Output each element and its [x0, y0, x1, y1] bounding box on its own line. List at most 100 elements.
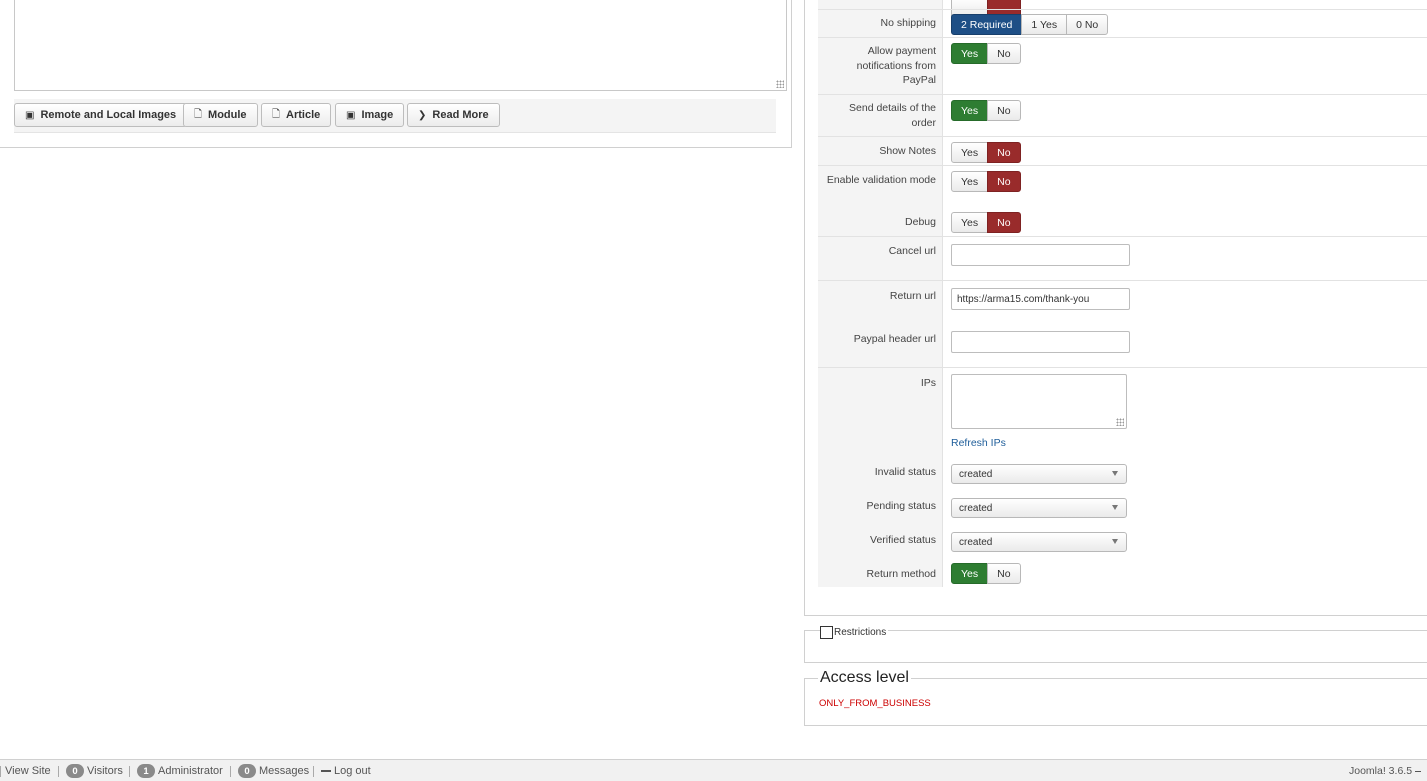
return-method-label: Return method	[866, 568, 936, 580]
no-shipping-option-required[interactable]: 2 Required	[951, 14, 1023, 35]
payment-notifications-yes[interactable]: Yes	[951, 43, 989, 64]
settings-row-return-url: Return url	[818, 280, 1427, 324]
remote-local-images-label: Remote and Local Images	[40, 109, 177, 121]
return-url-input[interactable]	[951, 288, 1130, 310]
debug-yes[interactable]: Yes	[951, 212, 989, 233]
file-add-icon: 🗋	[272, 108, 281, 120]
resize-grip-icon[interactable]	[776, 80, 784, 88]
show-notes-label: Show Notes	[879, 145, 936, 157]
no-shipping-label: No shipping	[880, 17, 936, 29]
resize-grip-icon[interactable]	[1116, 418, 1124, 426]
version-info: Joomla! 3.6.5	[1349, 764, 1422, 778]
access-level-value: ONLY_FROM_BUSINESS	[819, 698, 931, 709]
invalid-status-select[interactable]: created	[951, 464, 1127, 484]
settings-row-debug: Debug Yes No	[818, 207, 1427, 236]
pending-status-label: Pending status	[866, 500, 936, 512]
admin-indicator: 1 Administrator	[137, 764, 223, 778]
settings-row-cancel-url: Cancel url	[818, 236, 1427, 280]
restrictions-checkbox[interactable]	[820, 626, 833, 639]
validation-mode-yes[interactable]: Yes	[951, 171, 989, 192]
editor-panel: ▣ Remote and Local Images 🗋 Module 🗋 Art…	[0, 0, 792, 148]
article-button[interactable]: 🗋 Article	[261, 103, 332, 127]
return-url-label: Return url	[889, 290, 936, 302]
messages-link[interactable]: 0 Messages	[238, 764, 309, 778]
logout-link[interactable]: Log out	[321, 764, 371, 778]
view-site-label: View Site	[5, 765, 51, 777]
settings-row-no-shipping: No shipping 2 Required 1 Yes 0 No	[818, 9, 1427, 37]
refresh-ips-link[interactable]: Refresh IPs	[951, 437, 1006, 449]
no-shipping-option-no[interactable]: 0 No	[1066, 14, 1109, 35]
pending-status-value: created	[959, 502, 993, 514]
settings-row-validation-mode: Enable validation mode Yes No	[818, 165, 1427, 207]
verified-status-label: Verified status	[870, 534, 936, 546]
payment-notifications-toggle[interactable]: Yes No	[951, 43, 1021, 64]
ips-label: IPs	[920, 377, 936, 389]
settings-row-verified-status: Verified status created	[818, 525, 1427, 559]
send-details-no[interactable]: No	[987, 100, 1021, 121]
payment-notifications-no[interactable]: No	[987, 43, 1021, 64]
settings-row-hidden	[818, 0, 1427, 18]
show-notes-toggle[interactable]: Yes No	[951, 142, 1021, 163]
restrictions-legend: Restrictions	[820, 626, 889, 639]
settings-row-ips: IPs Refresh IPs	[818, 367, 1427, 457]
settings-row-invalid-status: Invalid status created	[818, 457, 1427, 491]
minus-icon	[321, 770, 331, 772]
return-method-no[interactable]: No	[987, 563, 1021, 584]
version-label: Joomla! 3.6.5	[1349, 765, 1413, 777]
status-bar: View Site 0 Visitors 1 Administrator 0 M…	[0, 759, 1427, 781]
image-label: Image	[361, 109, 394, 121]
editor-textarea[interactable]	[14, 0, 787, 91]
cancel-url-input[interactable]	[951, 244, 1130, 266]
picture-icon: ▣	[346, 109, 356, 121]
access-level-title: Access level	[818, 669, 911, 687]
logout-label: Log out	[334, 765, 371, 777]
validation-mode-label: Enable validation mode	[826, 174, 936, 186]
article-label: Article	[286, 109, 321, 121]
picture-icon: ▣	[25, 109, 35, 121]
module-button[interactable]: 🗋 Module	[183, 103, 258, 127]
settings-row-paypal-header-url: Paypal header url	[818, 324, 1427, 367]
return-method-toggle[interactable]: Yes No	[951, 563, 1021, 584]
no-shipping-toggle[interactable]: 2 Required 1 Yes 0 No	[951, 14, 1109, 35]
validation-mode-no[interactable]: No	[987, 171, 1021, 192]
pending-status-select[interactable]: created	[951, 498, 1127, 518]
settings-row-pending-status: Pending status created	[818, 491, 1427, 525]
send-details-yes[interactable]: Yes	[951, 100, 989, 121]
show-notes-yes[interactable]: Yes	[951, 142, 989, 163]
visitors-label: Visitors	[87, 765, 123, 777]
chevron-down-icon	[1112, 471, 1118, 476]
view-site-link[interactable]: View Site	[5, 764, 51, 778]
settings-row-return-method: Return method Yes No	[818, 559, 1427, 587]
visitors-indicator: 0 Visitors	[66, 764, 123, 778]
paypal-header-url-input[interactable]	[951, 331, 1130, 353]
cancel-url-label: Cancel url	[888, 245, 936, 257]
validation-mode-toggle[interactable]: Yes No	[951, 171, 1021, 192]
restrictions-fieldset	[804, 630, 1427, 663]
visitors-count-badge: 0	[66, 764, 84, 778]
no-shipping-option-yes[interactable]: 1 Yes	[1021, 14, 1068, 35]
debug-no[interactable]: No	[987, 212, 1021, 233]
file-add-icon: 🗋	[194, 108, 203, 120]
messages-label: Messages	[259, 765, 310, 777]
restrictions-label: Restrictions	[834, 627, 887, 638]
image-button[interactable]: ▣ Image	[335, 103, 405, 127]
settings-row-send-details: Send details of the order Yes No	[818, 94, 1427, 136]
read-more-label: Read More	[432, 109, 489, 121]
chevron-down-icon	[1112, 505, 1118, 510]
payment-settings-form: No shipping 2 Required 1 Yes 0 No Allow …	[818, 0, 1427, 588]
dash-icon	[1415, 770, 1422, 772]
send-details-toggle[interactable]: Yes No	[951, 100, 1021, 121]
chevron-down-icon	[1112, 539, 1118, 544]
verified-status-select[interactable]: created	[951, 532, 1127, 552]
chevron-down-icon: ❯	[418, 109, 427, 121]
verified-status-value: created	[959, 536, 993, 548]
show-notes-no[interactable]: No	[987, 142, 1021, 163]
remote-local-images-button[interactable]: ▣ Remote and Local Images	[14, 103, 188, 127]
return-method-yes[interactable]: Yes	[951, 563, 989, 584]
messages-count-badge: 0	[238, 764, 256, 778]
invalid-status-label: Invalid status	[874, 466, 936, 478]
read-more-button[interactable]: ❯ Read More	[407, 103, 500, 127]
ips-textarea[interactable]	[951, 374, 1127, 429]
settings-row-payment-notifications: Allow payment notifications from PayPal …	[818, 37, 1427, 94]
debug-toggle[interactable]: Yes No	[951, 212, 1021, 233]
